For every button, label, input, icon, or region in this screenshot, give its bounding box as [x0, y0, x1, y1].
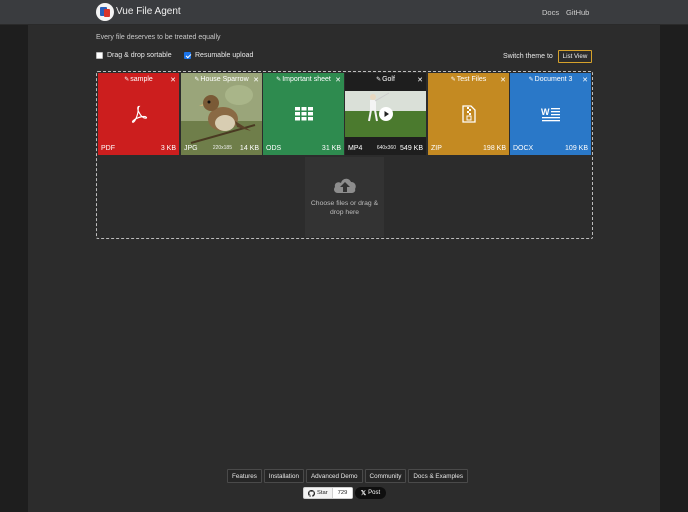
file-extension: PDF: [101, 145, 115, 152]
cloud-upload-icon: [334, 178, 356, 193]
file-extension: DOCX: [513, 145, 534, 152]
nav-docs-link[interactable]: Docs: [542, 8, 559, 17]
post-label: Post: [368, 490, 381, 496]
footer-link-community[interactable]: Community: [364, 469, 407, 483]
x-post-button[interactable]: 𝕏 Post: [355, 487, 386, 499]
footer-link-installation[interactable]: Installation: [263, 469, 304, 483]
pdf-icon: [131, 105, 147, 123]
vue-file-agent-logo[interactable]: [96, 3, 114, 21]
play-icon[interactable]: [378, 107, 393, 121]
nav-github-link[interactable]: GitHub: [566, 8, 589, 17]
github-star-button[interactable]: Star 729: [303, 487, 354, 499]
file-name[interactable]: Important sheet: [282, 76, 331, 83]
file-name[interactable]: Test Files: [457, 76, 487, 83]
spreadsheet-icon: [294, 107, 313, 121]
file-name[interactable]: House Sparrow: [200, 76, 248, 83]
file-extension: ZIP: [431, 145, 442, 152]
file-name[interactable]: Document 3: [535, 76, 573, 83]
edit-pencil-icon[interactable]: ✎: [529, 77, 534, 83]
zip-icon: [461, 105, 476, 123]
footer-links: Features Installation Advanced Demo Comm…: [227, 469, 469, 483]
choose-files-button[interactable]: Choose files or drag & drop here: [305, 157, 384, 237]
github-icon: [308, 489, 315, 497]
file-tile[interactable]: ✎House Sparrow ✕ JPG 220x185 14 KB: [181, 73, 262, 155]
list-view-button[interactable]: List View: [558, 50, 592, 63]
file-size: 31 KB: [321, 145, 341, 152]
sortable-option[interactable]: Drag & drop sortable: [96, 52, 172, 59]
brand-title[interactable]: Vue File Agent: [116, 6, 181, 17]
edit-pencil-icon[interactable]: ✎: [276, 77, 281, 83]
remove-file-icon[interactable]: ✕: [500, 76, 506, 84]
file-tile[interactable]: ✎sample ✕ PDF 3 KB: [98, 73, 179, 155]
file-name[interactable]: Golf: [382, 76, 395, 83]
file-tile[interactable]: ✎Important sheet ✕ ODS 31 KB: [263, 73, 344, 155]
file-extension: MP4: [348, 145, 363, 152]
file-size: 14 KB: [239, 145, 259, 152]
remove-file-icon[interactable]: ✕: [582, 76, 588, 84]
edit-pencil-icon[interactable]: ✎: [124, 77, 129, 83]
sortable-checkbox[interactable]: [96, 52, 103, 59]
resumable-option[interactable]: Resumable upload: [184, 52, 253, 59]
star-count: 729: [332, 488, 353, 498]
file-name[interactable]: sample: [130, 76, 153, 83]
remove-file-icon[interactable]: ✕: [253, 76, 259, 84]
file-size: 3 KB: [160, 145, 176, 152]
resumable-label: Resumable upload: [195, 52, 254, 59]
star-label: Star: [317, 490, 328, 496]
image-dimensions: 220x185: [212, 145, 232, 151]
remove-file-icon[interactable]: ✕: [417, 76, 423, 84]
word-icon: W: [541, 107, 560, 122]
file-extension: ODS: [266, 145, 282, 152]
resumable-checkbox[interactable]: [184, 52, 191, 59]
svg-text:W: W: [541, 107, 550, 117]
file-tile[interactable]: ✎Golf ✕ MP4 640x360 549 KB: [345, 73, 426, 155]
x-logo-icon: 𝕏: [360, 490, 367, 497]
video-dimensions: 640x360: [376, 145, 396, 151]
remove-file-icon[interactable]: ✕: [335, 76, 341, 84]
file-tile[interactable]: ✎Document 3 ✕ W DOCX 109 KB: [510, 73, 591, 155]
file-size: 549 KB: [400, 145, 423, 152]
footer-link-features[interactable]: Features: [227, 469, 262, 483]
image-thumbnail: [181, 73, 262, 155]
file-size: 109 KB: [565, 145, 588, 152]
footer-link-docs-examples[interactable]: Docs & Examples: [408, 469, 469, 483]
switch-theme-label: Switch theme to: [503, 53, 553, 60]
file-tile[interactable]: ✎Test Files ✕ ZIP 198 KB: [428, 73, 509, 155]
footer-link-advanced-demo[interactable]: Advanced Demo: [305, 469, 363, 483]
tagline: Every file deserves to be treated equall…: [96, 34, 221, 41]
choose-files-text: Choose files or drag & drop here: [310, 200, 379, 216]
edit-pencil-icon[interactable]: ✎: [194, 77, 199, 83]
edit-pencil-icon[interactable]: ✎: [376, 77, 381, 83]
sortable-label: Drag & drop sortable: [107, 52, 172, 59]
file-extension: JPG: [184, 145, 198, 152]
top-navbar: Vue File Agent Docs GitHub: [0, 0, 688, 25]
remove-file-icon[interactable]: ✕: [170, 76, 176, 84]
file-size: 198 KB: [483, 145, 506, 152]
edit-pencil-icon[interactable]: ✎: [451, 77, 456, 83]
